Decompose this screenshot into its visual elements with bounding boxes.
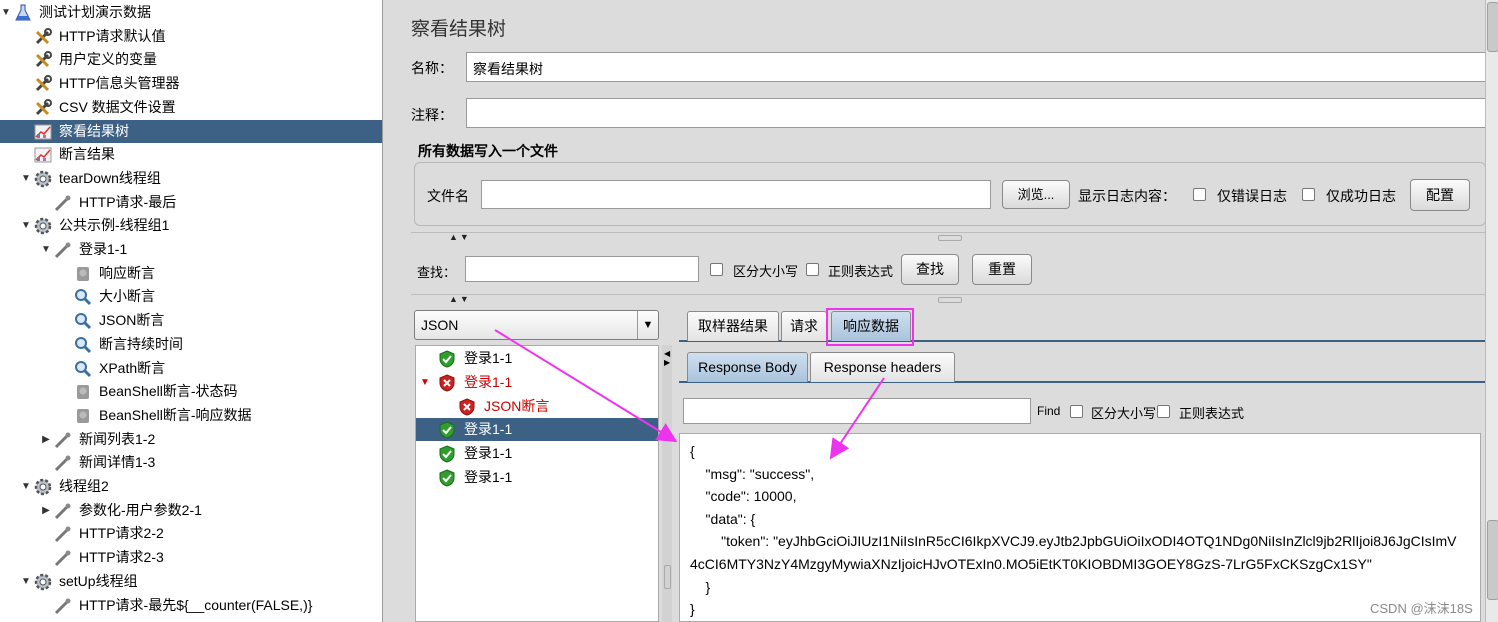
arrow-to-body <box>494 329 678 443</box>
annotation-arrows <box>494 329 885 460</box>
arrow-to-data <box>829 377 885 460</box>
watermark: CSDN @沫沫18S <box>1370 601 1473 616</box>
